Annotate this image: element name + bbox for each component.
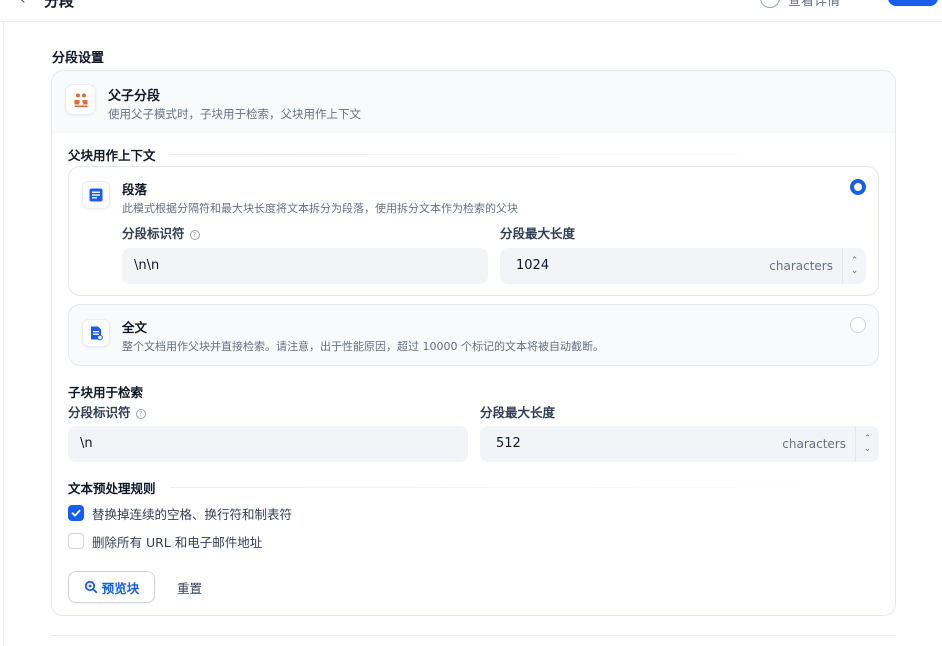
chevron-down-icon[interactable]: ⌄ <box>864 444 872 454</box>
search-icon <box>84 580 97 594</box>
chevron-up-icon[interactable]: ⌃ <box>864 434 872 444</box>
paragraph-description: 此模式根据分隔符和最大块长度将文本拆分为段落，使用拆分文本作为检索的父块 <box>122 202 518 215</box>
child-section-title: 子块用于检索 <box>68 385 144 400</box>
divider <box>3 22 4 646</box>
paragraph-title: 段落 <box>122 182 148 197</box>
parent-child-icon <box>65 84 96 115</box>
child-maxlen-input[interactable]: 512 characters ⌃ ⌄ <box>480 426 879 462</box>
chevron-up-icon[interactable]: ⌃ <box>851 256 859 266</box>
parent-maxlen-stepper[interactable]: ⌃ ⌄ <box>842 248 866 284</box>
child-delimiter-input[interactable]: \n <box>68 426 468 462</box>
fulltext-description: 整个文档用作父块并直接检索。请注意，出于性能原因，超过 10000 个标记的文本… <box>122 340 604 353</box>
mode-description: 使用父子模式时，子块用于检索，父块用作上下文 <box>108 107 361 121</box>
checkbox-checked[interactable] <box>68 505 84 521</box>
top-bar: ‹ 分段 查看详情 <box>0 0 942 22</box>
top-radio[interactable] <box>760 0 780 8</box>
chevron-down-icon[interactable]: ⌄ <box>851 266 859 276</box>
section-title: 分段设置 <box>52 51 105 66</box>
preview-chunks-button[interactable]: 预览块 <box>68 571 155 603</box>
rule-remove-urls[interactable]: 删除所有 URL 和电子邮件地址 <box>68 532 262 550</box>
paragraph-option[interactable]: 段落 此模式根据分隔符和最大块长度将文本拆分为段落，使用拆分文本作为检索的父块 … <box>68 166 879 296</box>
divider <box>170 487 878 488</box>
divider <box>51 635 896 636</box>
child-maxlen-stepper[interactable]: ⌃ ⌄ <box>855 426 879 462</box>
child-maxlen-value: 512 <box>496 436 521 451</box>
parent-delimiter-label-text: 分段标识符 <box>122 226 185 241</box>
parent-delimiter-input[interactable]: \n\n <box>122 248 488 284</box>
fulltext-option[interactable]: 全文 整个文档用作父块并直接检索。请注意，出于性能原因，超过 10000 个标记… <box>68 304 879 366</box>
help-icon[interactable]: ? <box>135 409 146 419</box>
preview-label: 预览块 <box>101 580 140 596</box>
child-maxlen-label: 分段最大长度 <box>480 405 556 420</box>
top-primary-button[interactable] <box>888 0 938 6</box>
child-delimiter-label: 分段标识符? <box>68 402 146 421</box>
parent-section-title: 父块用作上下文 <box>68 148 156 163</box>
checkbox-unchecked[interactable] <box>68 533 84 549</box>
chevron-left-icon[interactable]: ‹ <box>20 0 26 8</box>
parent-delimiter-value: \n\n <box>134 258 160 273</box>
mode-title: 父子分段 <box>108 89 161 104</box>
document-icon <box>82 319 110 347</box>
rule-replace-spaces[interactable]: 替换掉连续的空格、换行符和制表符 <box>68 504 292 522</box>
parent-maxlen-value: 1024 <box>516 258 550 273</box>
child-delimiter-label-text: 分段标识符 <box>68 405 131 420</box>
fulltext-radio[interactable] <box>850 317 866 333</box>
paragraph-icon <box>82 181 110 209</box>
parent-maxlen-label: 分段最大长度 <box>500 226 576 241</box>
rules-title: 文本预处理规则 <box>68 481 156 496</box>
parent-maxlen-input[interactable]: 1024 characters ⌃ ⌄ <box>500 248 866 284</box>
page-title: 分段 <box>44 0 75 10</box>
reset-button[interactable]: 重置 <box>168 571 211 603</box>
parent-delimiter-label: 分段标识符? <box>122 223 200 242</box>
child-maxlen-unit: characters <box>782 437 846 451</box>
parent-maxlen-unit: characters <box>769 259 833 273</box>
divider <box>170 154 878 155</box>
rule-label: 替换掉连续的空格、换行符和制表符 <box>92 506 293 522</box>
child-delimiter-value: \n <box>80 436 93 451</box>
fulltext-title: 全文 <box>122 320 148 335</box>
top-option-label: 查看详情 <box>788 0 841 9</box>
help-icon[interactable]: ? <box>189 230 200 240</box>
paragraph-radio[interactable] <box>850 179 866 195</box>
rule-label: 删除所有 URL 和电子邮件地址 <box>92 534 263 550</box>
check-icon <box>71 509 81 517</box>
mode-header: 父子分段 使用父子模式时，子块用于检索，父块用作上下文 <box>52 71 895 133</box>
